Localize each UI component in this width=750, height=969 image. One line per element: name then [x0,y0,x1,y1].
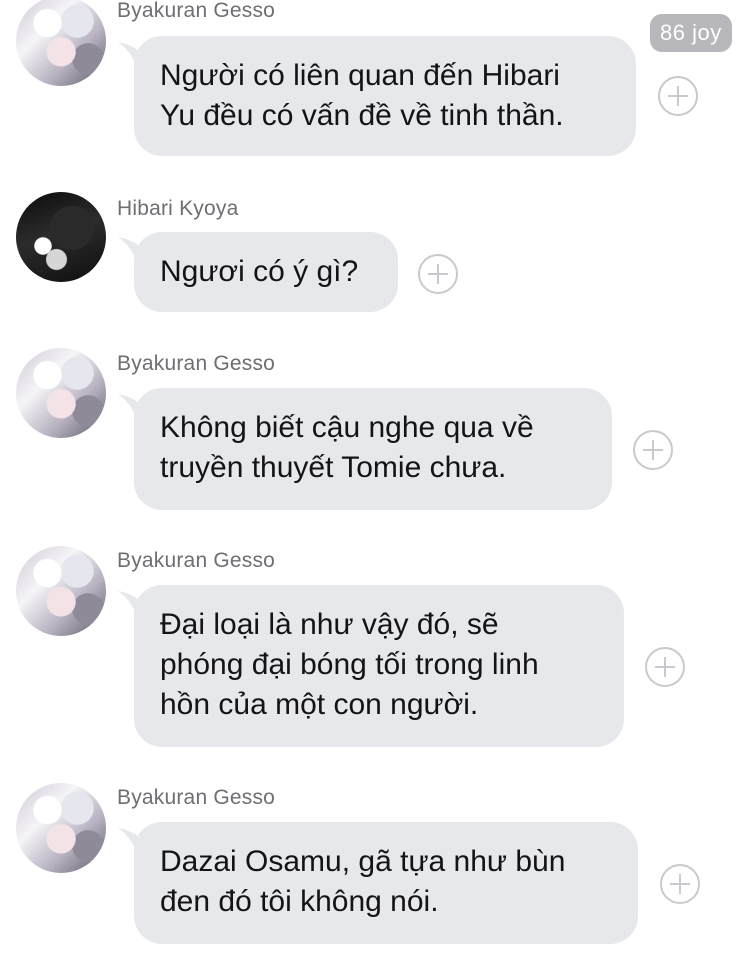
add-reaction-button[interactable] [645,647,685,687]
message-bubble[interactable]: Ngươi có ý gì? [134,232,398,312]
message-bubble[interactable]: Người có liên quan đến Hibari Yu đều có … [134,36,636,156]
avatar[interactable] [16,546,106,636]
sender-name: Hibari Kyoya [117,197,239,220]
sender-name: Byakuran Gesso [117,786,276,809]
add-reaction-button[interactable] [418,254,458,294]
message-item: Byakuran Gesso Dazai Osamu, gã tựa như b… [0,780,750,969]
message-bubble[interactable]: Đại loại là như vậy đó, sẽ phóng đại bón… [134,585,624,747]
message-item: Byakuran Gesso Không biết cậu nghe qua v… [0,345,750,515]
sender-name: Byakuran Gesso [117,549,276,572]
message-item: Hibari Kyoya Ngươi có ý gì? [0,190,750,320]
message-bubble[interactable]: Không biết cậu nghe qua về truyền thuyết… [134,388,612,510]
message-item: Byakuran Gesso Người có liên quan đến Hi… [0,0,750,170]
add-reaction-button[interactable] [633,430,673,470]
add-reaction-button[interactable] [660,864,700,904]
message-bubble[interactable]: Dazai Osamu, gã tựa như bùn đen đó tôi k… [134,822,638,944]
avatar[interactable] [16,192,106,282]
sender-name: Byakuran Gesso [117,0,276,22]
avatar[interactable] [16,0,106,86]
sender-name: Byakuran Gesso [117,352,276,375]
message-item: Byakuran Gesso Đại loại là như vậy đó, s… [0,543,750,753]
joy-count-badge: 86 joy [650,14,732,52]
avatar[interactable] [16,348,106,438]
avatar[interactable] [16,783,106,873]
add-reaction-button[interactable] [658,76,698,116]
